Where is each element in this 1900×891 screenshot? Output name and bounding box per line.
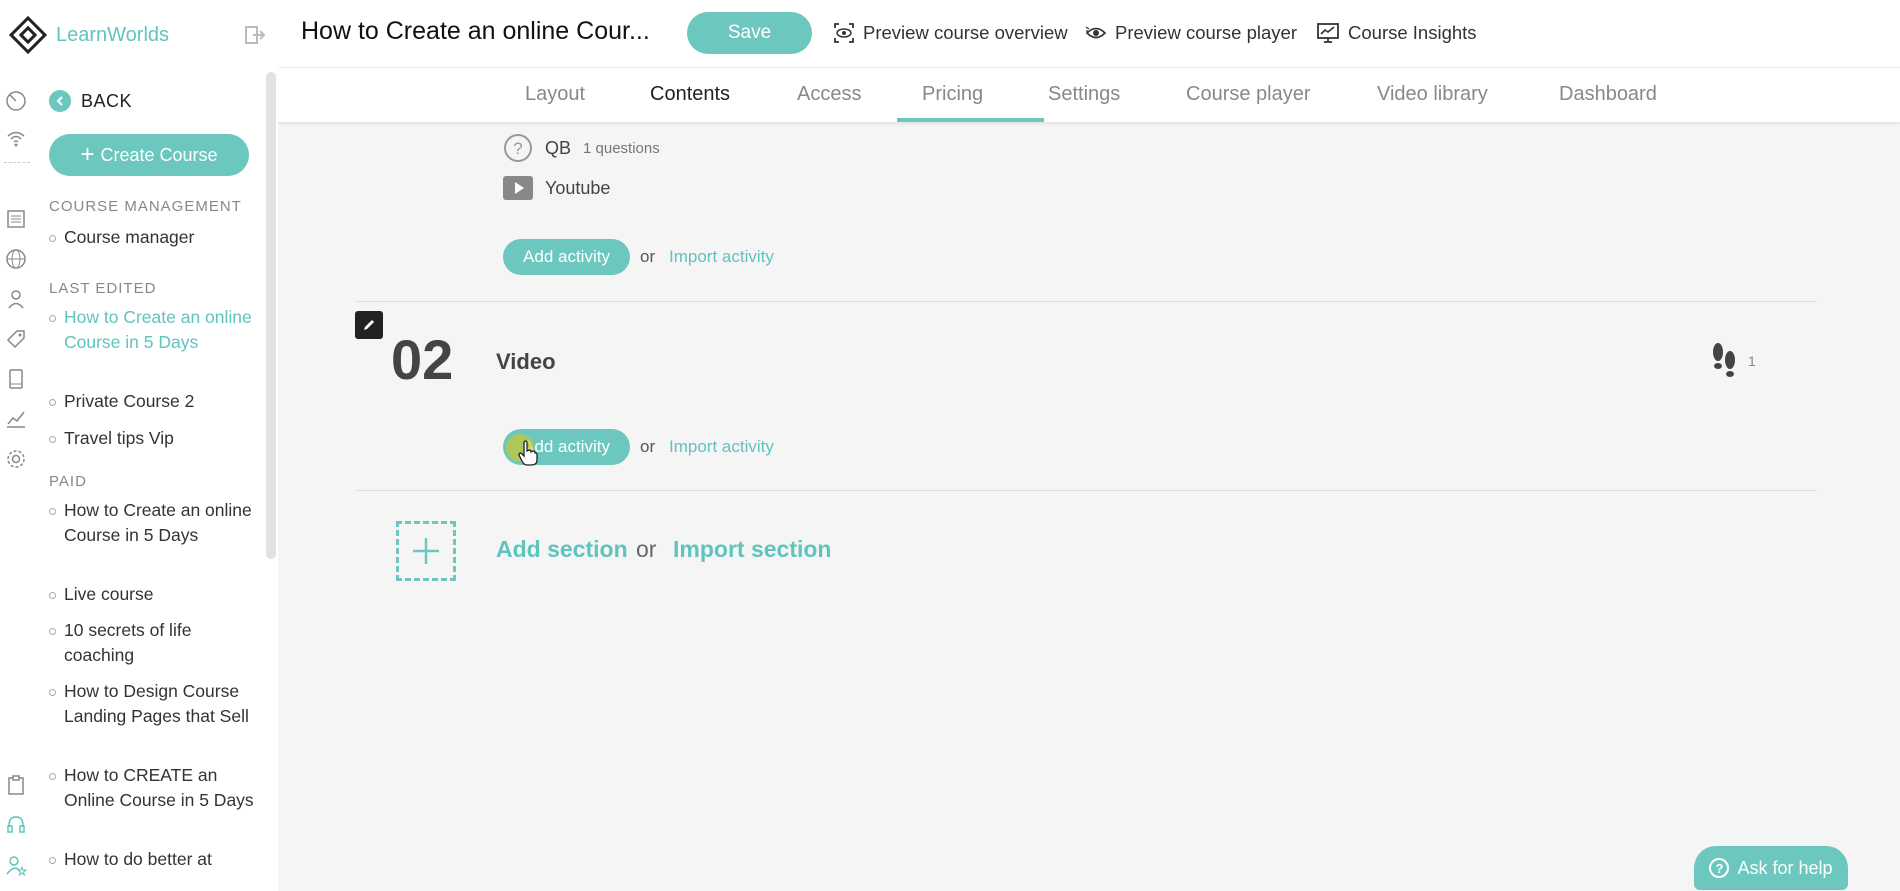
tag-icon[interactable]	[3, 326, 29, 352]
add-section-link[interactable]: Add section	[496, 536, 628, 563]
youtube-icon	[503, 176, 533, 200]
sidebar-item-last-edited-3[interactable]: Travel tips Vip	[49, 426, 254, 451]
sidebar-item-paid-1[interactable]: How to Create an online Course in 5 Days	[49, 498, 254, 548]
footprints-count: 1	[1748, 353, 1756, 369]
back-label: BACK	[81, 90, 133, 111]
globe-icon[interactable]	[3, 246, 29, 272]
tab-course-player[interactable]: Course player	[1186, 83, 1311, 106]
course-title: How to Create an online Cour...	[301, 17, 650, 45]
tab-settings[interactable]: Settings	[1048, 83, 1120, 106]
exit-icon[interactable]	[244, 24, 266, 46]
sidebar-item-paid-4[interactable]: How to Design Course Landing Pages that …	[49, 679, 254, 729]
settings-gear-icon[interactable]	[3, 446, 29, 472]
eye-icon	[1085, 26, 1107, 39]
sidebar-item-paid-2[interactable]: Live course	[49, 582, 254, 607]
mobile-icon[interactable]	[3, 366, 29, 392]
back-arrow-icon	[49, 90, 71, 112]
import-activity-link-2[interactable]: Import activity	[669, 437, 774, 457]
create-course-button[interactable]: + Create Course	[49, 134, 249, 176]
svg-text:?: ?	[513, 139, 522, 158]
preview-player-label: Preview course player	[1115, 22, 1297, 43]
question-icon: ?	[504, 134, 532, 162]
analytics-icon[interactable]	[3, 406, 29, 432]
import-section-link[interactable]: Import section	[673, 536, 831, 563]
tab-pricing[interactable]: Pricing	[922, 83, 983, 106]
help-question-icon: ?	[1709, 858, 1730, 878]
hand-cursor-icon	[518, 440, 538, 466]
sidebar-scrollbar[interactable]	[266, 72, 276, 559]
sidebar-item-paid-6[interactable]: How to do better at	[49, 847, 254, 872]
learnworlds-logo-icon[interactable]	[8, 15, 48, 55]
save-button[interactable]: Save	[687, 12, 812, 54]
sidebar-item-paid-3[interactable]: 10 secrets of life coaching	[49, 618, 254, 668]
section-label-last-edited: LAST EDITED	[49, 280, 157, 297]
top-bar: How to Create an online Cour... Save Pre…	[278, 0, 1900, 68]
clipboard-icon[interactable]	[3, 772, 29, 798]
plus-icon	[413, 538, 439, 564]
tab-layout[interactable]: Layout	[525, 83, 585, 106]
course-insights-link[interactable]: Course Insights	[1316, 22, 1477, 44]
back-button[interactable]: BACK	[49, 90, 132, 112]
help-label: Ask for help	[1737, 857, 1833, 878]
tab-bar: Layout Contents Access Pricing Settings …	[278, 68, 1900, 123]
icon-rail	[0, 70, 34, 891]
tab-dashboard[interactable]: Dashboard	[1559, 83, 1657, 106]
active-tab-indicator	[897, 118, 1044, 122]
pages-icon[interactable]	[3, 206, 29, 232]
create-course-label: Create Course	[100, 144, 218, 165]
activity-label-qb: QB	[545, 137, 572, 158]
edit-section-button[interactable]	[355, 311, 383, 339]
footprints-icon	[1713, 343, 1735, 377]
tab-access[interactable]: Access	[797, 83, 861, 106]
brand-header: LearnWorlds	[0, 0, 278, 70]
section-title[interactable]: Video	[496, 349, 556, 375]
section-divider-2	[355, 490, 1817, 491]
dashboard-icon[interactable]	[3, 88, 29, 114]
course-insights-label: Course Insights	[1348, 22, 1477, 43]
sidebar-item-last-edited-1[interactable]: How to Create an online Course in 5 Days	[49, 305, 254, 355]
preview-course-overview-link[interactable]: Preview course overview	[833, 22, 1068, 44]
activity-label-youtube: Youtube	[545, 177, 611, 198]
section-number: 02	[391, 328, 454, 391]
or-text-1: or	[640, 247, 656, 266]
preview-overview-icon	[834, 23, 854, 43]
sidebar-item-last-edited-2[interactable]: Private Course 2	[49, 389, 254, 414]
add-section-box[interactable]	[396, 521, 456, 581]
sidebar: BACK + Create Course COURSE MANAGEMENT C…	[34, 70, 278, 891]
headset-icon[interactable]	[3, 812, 29, 838]
or-text-2: or	[640, 437, 656, 456]
section-label-management: COURSE MANAGEMENT	[49, 198, 242, 215]
pencil-icon	[364, 320, 374, 330]
preview-course-player-link[interactable]: Preview course player	[1085, 22, 1297, 44]
preview-overview-label: Preview course overview	[863, 22, 1068, 43]
section-divider-1	[355, 301, 1817, 302]
activity-item-qb[interactable]: ? QB 1 questions	[503, 133, 660, 163]
tab-contents[interactable]: Contents	[650, 83, 730, 106]
plus-icon: +	[80, 141, 95, 168]
sidebar-item-course-manager[interactable]: Course manager	[49, 225, 254, 250]
users-icon[interactable]	[3, 286, 29, 312]
section-label-paid: PAID	[49, 473, 87, 490]
import-activity-link-1[interactable]: Import activity	[669, 247, 774, 267]
ask-for-help-button[interactable]: ? Ask for help	[1694, 846, 1848, 890]
or-text-3: or	[636, 536, 657, 562]
insights-monitor-icon	[1317, 23, 1339, 43]
brand-name: LearnWorlds	[56, 23, 170, 46]
activity-item-youtube[interactable]: Youtube	[503, 176, 610, 200]
rail-divider	[4, 162, 30, 163]
activity-meta-qb: 1 questions	[583, 139, 660, 157]
sidebar-item-paid-5[interactable]: How to CREATE an Online Course in 5 Days	[49, 763, 254, 813]
user-star-icon[interactable]	[3, 852, 29, 878]
add-activity-button-1[interactable]: Add activity	[503, 239, 630, 275]
wifi-icon[interactable]	[3, 126, 29, 152]
course-contents: ? QB 1 questions Youtube Add activity or…	[278, 123, 1900, 891]
tab-video-library[interactable]: Video library	[1377, 83, 1488, 106]
section-footprints: 1	[1708, 341, 1756, 381]
app-root: LearnWorlds BACK + Create Course COURSE …	[0, 0, 1900, 891]
